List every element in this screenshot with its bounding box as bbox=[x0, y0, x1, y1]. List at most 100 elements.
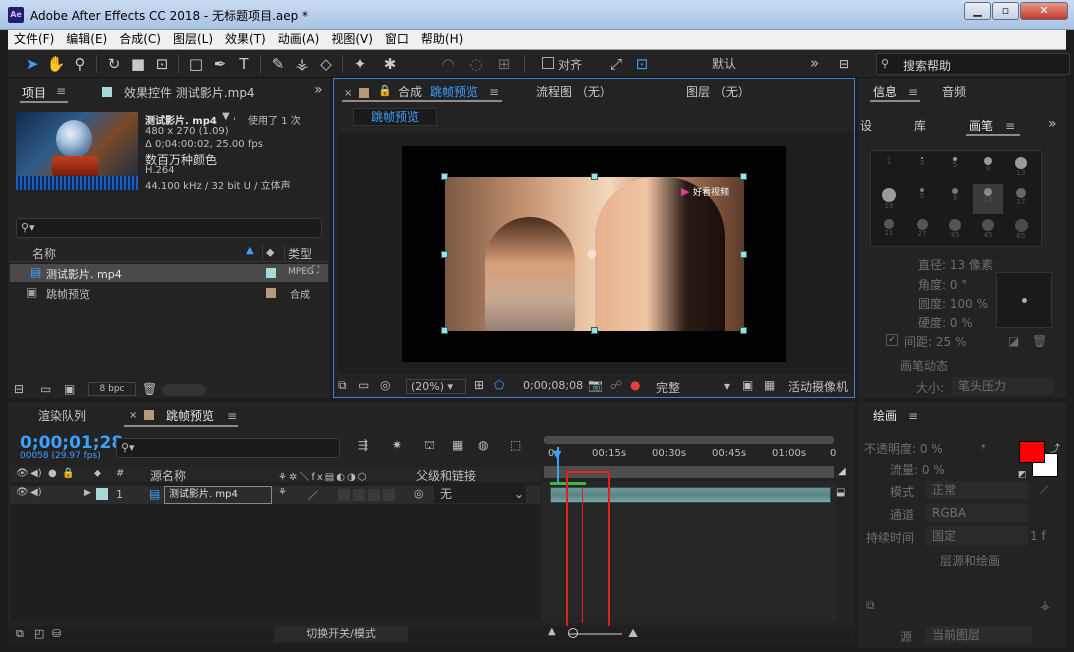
clone-preset-icon[interactable]: ⧉ bbox=[866, 598, 875, 613]
pick-whip-icon[interactable]: ◎ bbox=[414, 487, 424, 500]
zoom-tool-icon[interactable]: ⚲ bbox=[70, 54, 90, 74]
paint-flow[interactable]: 流量: 0 % bbox=[890, 461, 945, 478]
brush-preset[interactable]: 17 bbox=[1006, 184, 1036, 214]
brush-preset[interactable]: 9 bbox=[973, 153, 1003, 183]
layer-row[interactable]: 👁 ◀) ▶ 1 ▤ 测试影片. mp4 ⚘ ／ ◎ 无 ⌄ bbox=[10, 486, 540, 504]
brush-preset[interactable]: 5 bbox=[907, 184, 937, 214]
tab-layer[interactable]: 图层 （无） bbox=[686, 83, 750, 100]
transform-handle[interactable] bbox=[441, 327, 448, 334]
active-camera-select[interactable]: 活动摄像机 bbox=[788, 378, 848, 395]
menu-effect[interactable]: 效果(T) bbox=[219, 30, 272, 49]
brush-preset[interactable]: 3 bbox=[907, 153, 937, 183]
render-time-icon[interactable]: ⧉ bbox=[16, 627, 24, 641]
tab-flowchart[interactable]: 流程图 （无） bbox=[536, 83, 612, 100]
brush-tool-icon[interactable]: ✎ bbox=[268, 54, 288, 74]
roundness-label[interactable]: 圆度: 100 % bbox=[918, 295, 988, 312]
footage-dropdown-icon[interactable]: ▼ , bbox=[222, 111, 236, 122]
timeline-search-field[interactable]: ⚲▾ bbox=[116, 438, 340, 458]
rotate-tool-icon[interactable]: ↻ bbox=[104, 54, 124, 74]
tab-effect-controls[interactable]: 效果控件 测试影片.mp4 bbox=[124, 84, 255, 101]
paint-opacity[interactable]: 不透明度: 0 % bbox=[864, 440, 943, 457]
layer-name[interactable]: 测试影片. mp4 bbox=[164, 486, 272, 504]
search-help-field[interactable]: ⚲ 搜索帮助 bbox=[876, 53, 1070, 75]
transform-handle[interactable] bbox=[591, 327, 598, 334]
resolution-select[interactable]: 完整 ▾ bbox=[654, 379, 738, 395]
solo-icon[interactable]: ● bbox=[48, 468, 57, 479]
audio-visibility-icon[interactable]: ◀) bbox=[30, 487, 42, 498]
angle-label[interactable]: 角度: 0 ° bbox=[918, 276, 967, 293]
clone-stamp-tool-icon[interactable]: ⚶ bbox=[292, 54, 312, 74]
show-snapshot-icon[interactable]: ☍ bbox=[610, 378, 622, 392]
audio-switch-icon[interactable]: ◀) bbox=[30, 468, 42, 479]
label-color-chip[interactable] bbox=[266, 288, 276, 298]
pan-behind-tool-icon[interactable]: ⊡ bbox=[152, 54, 172, 74]
composition-mini-flowchart-icon[interactable]: ⇶ bbox=[358, 438, 368, 452]
fit-icon[interactable]: ⊞ bbox=[474, 378, 484, 392]
video-switch-icon[interactable]: 👁 bbox=[16, 468, 29, 479]
type-tool-icon[interactable]: T bbox=[234, 54, 254, 74]
clone-source-select[interactable]: 当前图层 bbox=[926, 626, 1032, 644]
lock-icon[interactable]: 🔒 bbox=[62, 468, 74, 479]
expand-arrow-icon[interactable]: ▶ bbox=[84, 488, 91, 498]
viewer-timecode[interactable]: 0;00;08;08 bbox=[523, 379, 583, 392]
brush-preset[interactable]: 19 bbox=[874, 184, 904, 214]
tab-paint[interactable]: 绘画 bbox=[873, 407, 897, 424]
spacing-label[interactable]: 间距: 25 % bbox=[904, 333, 966, 350]
brush-preset[interactable]: 13 bbox=[1006, 153, 1036, 183]
tab-composition[interactable]: 跳帧预览 bbox=[430, 83, 478, 100]
zoom-in-icon[interactable]: ⛰ bbox=[628, 626, 638, 641]
rectangle-tool-icon[interactable]: □ bbox=[186, 54, 206, 74]
layer-color-chip[interactable] bbox=[96, 488, 108, 500]
switch-boxes[interactable] bbox=[338, 489, 398, 501]
brush-preset[interactable]: 5 bbox=[940, 153, 970, 183]
snap-checkbox[interactable] bbox=[542, 57, 554, 69]
project-expand-icon[interactable]: » bbox=[314, 82, 323, 98]
hardness-label[interactable]: 硬度: 0 % bbox=[918, 314, 973, 331]
frame-blending-icon[interactable]: ▦ bbox=[452, 438, 463, 452]
project-menu-icon[interactable]: ≡ bbox=[56, 84, 66, 98]
snap-target-icon[interactable]: ⊡ bbox=[632, 54, 652, 74]
column-type-label[interactable]: 类型 bbox=[288, 245, 312, 262]
brush-preset[interactable]: 65 bbox=[1006, 215, 1036, 245]
paint-duration-select[interactable]: 固定 bbox=[926, 527, 1028, 545]
subtab-comp[interactable]: 跳帧预览 bbox=[353, 108, 437, 126]
brushes-menu-icon[interactable]: ≡ bbox=[1005, 119, 1015, 133]
tab-timeline-comp[interactable]: 跳帧预览 bbox=[166, 407, 214, 424]
close-tab-icon[interactable]: × bbox=[129, 410, 137, 421]
video-visibility-icon[interactable]: 👁 bbox=[16, 487, 29, 498]
viewer-menu-icon[interactable]: ≡ bbox=[489, 85, 499, 99]
timeline-menu-icon[interactable]: ≡ bbox=[227, 409, 237, 423]
tab-audio[interactable]: 音频 bbox=[942, 83, 966, 100]
toggle-switches-modes[interactable]: 切换开关/模式 bbox=[274, 626, 408, 642]
snapshot-icon[interactable]: 📷 bbox=[588, 378, 603, 392]
in-out-icon[interactable]: ◰ bbox=[34, 627, 44, 640]
default-colors-icon[interactable]: ◩ bbox=[1018, 470, 1027, 480]
always-preview-icon[interactable]: ⧉ bbox=[338, 378, 347, 393]
graph-editor-icon[interactable]: ⬚ bbox=[510, 438, 521, 452]
eraser-tool-icon[interactable]: ◇ bbox=[316, 54, 336, 74]
transform-handle[interactable] bbox=[441, 251, 448, 258]
tab-project[interactable]: 项目 bbox=[22, 84, 46, 101]
current-time[interactable]: 0;00;01;28 bbox=[20, 433, 123, 453]
label-color-chip[interactable] bbox=[266, 268, 276, 278]
size-dropdown[interactable]: 笔头压力 bbox=[952, 377, 1054, 395]
playhead-icon[interactable]: ▼ bbox=[553, 448, 561, 461]
pen-tool-icon[interactable]: ✒ bbox=[210, 54, 230, 74]
brush-preset[interactable]: 1 bbox=[874, 153, 904, 183]
brush-preset[interactable]: 9 bbox=[940, 184, 970, 214]
foreground-color-swatch[interactable] bbox=[1019, 441, 1045, 463]
column-name-label[interactable]: 名称 bbox=[32, 245, 56, 262]
brush-preset-selected[interactable]: 13 bbox=[973, 184, 1003, 214]
workspace-default[interactable]: 默认 bbox=[712, 55, 736, 72]
label-tag-icon[interactable]: ⬥ bbox=[94, 468, 101, 479]
new-comp-icon[interactable]: ▣ bbox=[64, 382, 75, 396]
brush-preset[interactable]: 21 bbox=[874, 215, 904, 245]
menu-file[interactable]: 文件(F) bbox=[8, 30, 60, 49]
transform-handle[interactable] bbox=[441, 173, 448, 180]
hand-tool-icon[interactable]: ✋ bbox=[46, 54, 66, 74]
transform-handle[interactable] bbox=[740, 173, 747, 180]
info-menu-icon[interactable]: ≡ bbox=[908, 85, 918, 99]
snap-option-icon[interactable]: ⤢ bbox=[606, 54, 626, 74]
bpc-button[interactable]: 8 bpc bbox=[88, 382, 136, 396]
transform-handle[interactable] bbox=[740, 251, 747, 258]
